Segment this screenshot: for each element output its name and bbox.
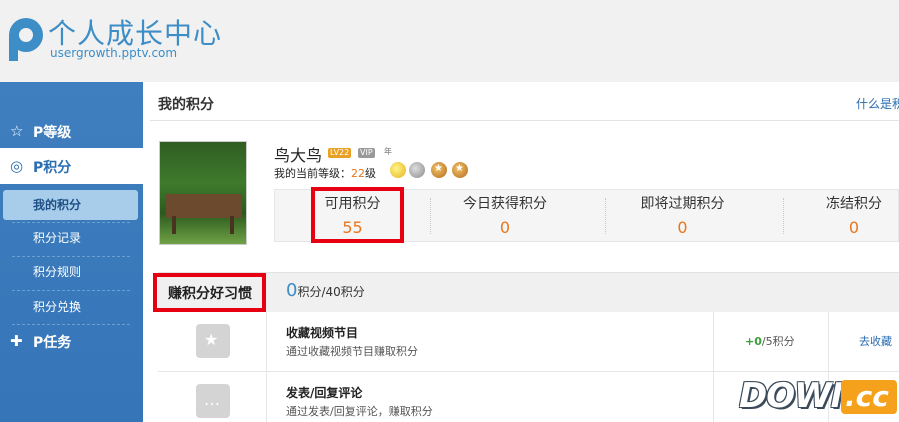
site-url: usergrowth.pptv.com xyxy=(50,46,178,60)
stat-expiring: 即将过期积分 0 xyxy=(605,190,760,243)
divider xyxy=(266,312,267,372)
sidebar-subitem-points-record[interactable]: 积分记录 xyxy=(3,223,138,253)
sidebar-subitem-my-points[interactable]: 我的积分 xyxy=(3,190,138,220)
divider xyxy=(12,324,130,325)
sidebar: ☆ P等级 ◎ P积分 我的积分 积分记录 积分规则 积分兑换 ✚ P任务 xyxy=(0,82,143,422)
vip-badge[interactable]: VIP xyxy=(358,148,375,158)
divider xyxy=(150,120,899,121)
highlight-box xyxy=(153,273,266,312)
divider xyxy=(266,372,267,422)
stat-label: 今日获得积分 xyxy=(463,196,547,212)
habit-title: 发表/回复评论 xyxy=(286,386,363,400)
favorite-video-icon: ★ xyxy=(196,324,230,358)
username[interactable]: 鸟大鸟 xyxy=(274,142,322,166)
watermark-suffix: .cc xyxy=(845,380,889,413)
go-favorite-link[interactable]: 去收藏 xyxy=(859,333,892,349)
sidebar-item-label: P等级 xyxy=(33,125,72,141)
pptv-logo-icon[interactable] xyxy=(6,15,46,63)
star-glyph: ★ xyxy=(455,163,464,174)
star-icon: ☆ xyxy=(10,122,24,140)
divider xyxy=(713,372,714,422)
divider xyxy=(828,312,829,372)
sun-medal-icon[interactable] xyxy=(390,162,406,178)
habit-desc: 通过发表/回复评论，赚取积分 xyxy=(286,405,433,418)
level-badge[interactable]: LV22 xyxy=(328,148,352,158)
plus-icon: ✚ xyxy=(10,332,23,350)
habits-header xyxy=(158,272,899,312)
sidebar-item-label: P积分 xyxy=(33,160,72,176)
header: 个人成长中心 usergrowth.pptv.com xyxy=(0,0,899,82)
watermark: DOWN .cc xyxy=(739,376,899,418)
habits-total: 积分/40积分 xyxy=(297,285,365,299)
stat-label: 冻结积分 xyxy=(826,196,882,212)
sidebar-subitem-points-exchange[interactable]: 积分兑换 xyxy=(3,292,138,322)
watermark-suffix-box: .cc xyxy=(841,380,897,414)
avatar-bench-leg xyxy=(172,216,176,234)
star-medal-icon[interactable]: ★ xyxy=(431,162,447,178)
stat-today: 今日获得积分 0 xyxy=(430,190,580,243)
help-link[interactable]: 什么是积 xyxy=(856,95,899,112)
habit-points: +0/5积分 xyxy=(745,333,795,349)
avatar-bench xyxy=(166,194,242,218)
sidebar-item-label: P任务 xyxy=(33,335,72,351)
sidebar-item-p-level[interactable]: ☆ P等级 xyxy=(0,122,143,144)
divider xyxy=(713,312,714,372)
points-icon: ◎ xyxy=(10,157,24,175)
divider xyxy=(12,290,130,291)
stat-frozen: 冻结积分 0 xyxy=(783,190,899,243)
list-item: ★ 收藏视频节目 通过收藏视频节目赚取积分 +0/5积分 去收藏 xyxy=(158,312,899,372)
stat-value: 0 xyxy=(848,218,860,237)
current-level: 我的当前等级：22级 xyxy=(274,165,376,181)
current-level-value: 22 xyxy=(351,167,365,180)
habit-points-earned: +0 xyxy=(745,335,762,348)
moon-medal-icon[interactable] xyxy=(409,162,425,178)
sidebar-item-p-points[interactable]: ◎ P积分 xyxy=(0,148,143,184)
habit-desc: 通过收藏视频节目赚取积分 xyxy=(286,345,418,358)
sidebar-item-p-task[interactable]: ✚ P任务 xyxy=(0,332,143,354)
highlight-box xyxy=(311,187,404,243)
current-level-label: 我的当前等级： xyxy=(274,167,351,180)
avatar[interactable] xyxy=(159,141,247,245)
star-glyph: ★ xyxy=(434,163,443,174)
stat-value: 0 xyxy=(499,218,511,237)
avatar-bench-leg xyxy=(230,216,234,234)
stat-label: 即将过期积分 xyxy=(640,196,725,212)
habit-points-limit: /5积分 xyxy=(761,335,795,348)
star-medal-icon[interactable]: ★ xyxy=(452,162,468,178)
current-level-suffix: 级 xyxy=(365,167,376,180)
page-title: 我的积分 xyxy=(158,97,214,113)
sidebar-subitem-points-rules[interactable]: 积分规则 xyxy=(3,257,138,287)
habit-title: 收藏视频节目 xyxy=(286,326,359,340)
year-badge[interactable]: 年 xyxy=(384,146,392,157)
habits-progress: 0积分/40积分 xyxy=(286,280,365,301)
habits-earned: 0 xyxy=(286,280,298,301)
stat-value: 0 xyxy=(677,218,688,237)
comment-icon: … xyxy=(196,384,230,418)
